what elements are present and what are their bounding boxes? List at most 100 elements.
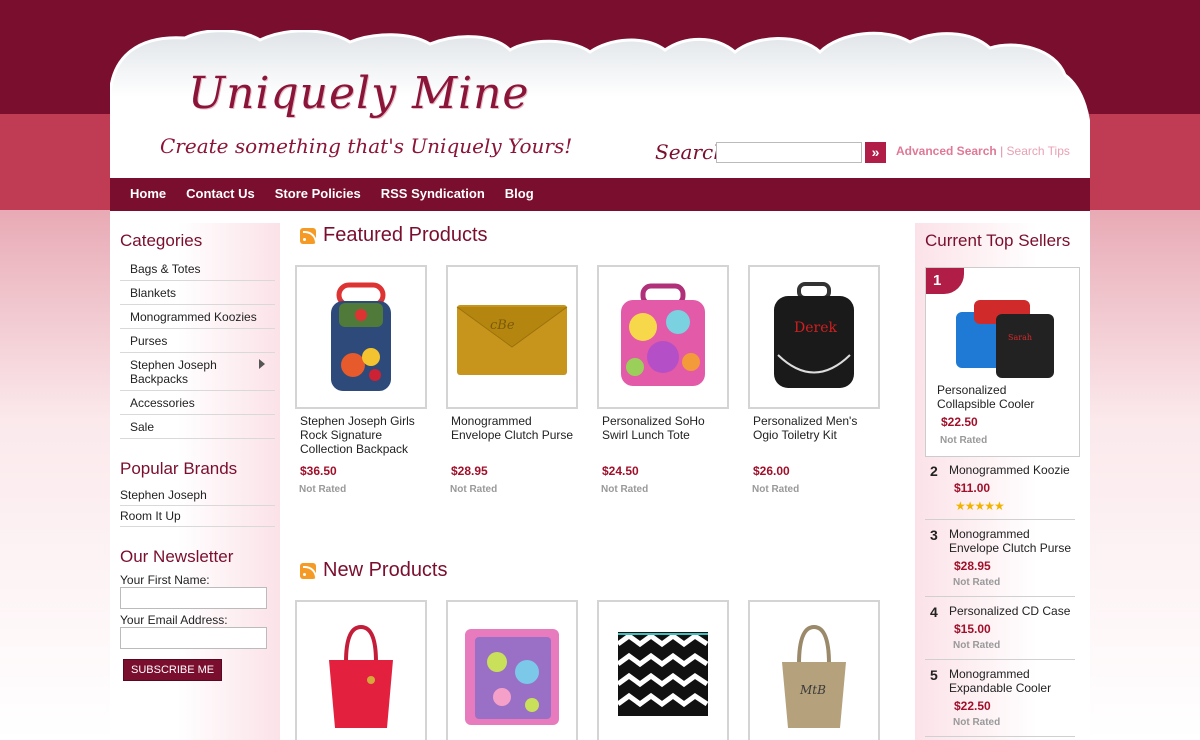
category-label: Stephen Joseph Backpacks	[130, 358, 217, 386]
product-image-tan-tote[interactable]: MtB	[748, 600, 880, 740]
svg-text:cBe: cBe	[490, 318, 515, 333]
right-sidebar: Current Top Sellers Sarah 1 Personalized…	[915, 223, 1090, 740]
nav-contact-us[interactable]: Contact Us	[186, 178, 255, 209]
top-seller-name[interactable]: Personalized Collapsible Cooler	[937, 383, 1067, 411]
product-name[interactable]: Personalized SoHo Swirl Lunch Tote	[602, 414, 729, 464]
first-name-label: Your First Name:	[120, 573, 210, 587]
svg-text:Derek: Derek	[794, 320, 837, 336]
email-input[interactable]	[120, 627, 267, 649]
site-header: Uniquely Mine Create something that's Un…	[110, 30, 1090, 178]
brand-item[interactable]: Stephen Joseph	[120, 485, 275, 506]
brand-item[interactable]: Room It Up	[120, 506, 275, 527]
site-tagline: Create something that's Uniquely Yours!	[160, 134, 573, 158]
top-seller-price: $15.00	[954, 622, 991, 636]
top-seller-rank: 4	[930, 604, 938, 620]
top-seller-rank: 3	[930, 527, 938, 543]
category-list: Bags & Totes Blankets Monogrammed Koozie…	[120, 257, 275, 439]
product-card[interactable]: cBe Monogrammed Envelope Clutch Purse $2…	[446, 265, 578, 495]
category-item[interactable]: Blankets	[120, 281, 275, 305]
top-seller-rank: 2	[930, 463, 938, 479]
product-name[interactable]: Stephen Joseph Girls Rock Signature Coll…	[300, 414, 427, 464]
product-card[interactable]: Personalized SoHo Swirl Lunch Tote $24.5…	[597, 265, 729, 495]
product-image-toiletry-kit[interactable]: Derek	[748, 265, 880, 409]
search-tips-link[interactable]: Search Tips	[1007, 144, 1070, 158]
product-card[interactable]: Derek Personalized Men's Ogio Toiletry K…	[748, 265, 880, 495]
search-links: Advanced Search | Search Tips	[896, 144, 1070, 158]
svg-text:MtB: MtB	[799, 683, 826, 697]
top-seller-name[interactable]: Monogrammed Envelope Clutch Purse	[949, 527, 1075, 555]
brand-list: Stephen Joseph Room It Up	[120, 485, 275, 527]
svg-text:Sarah: Sarah	[1008, 333, 1032, 342]
top-seller-name[interactable]: Personalized CD Case	[949, 604, 1075, 618]
category-item[interactable]: Monogrammed Koozies	[120, 305, 275, 329]
product-card[interactable]	[597, 600, 729, 740]
product-card[interactable]: MtB	[748, 600, 880, 740]
rss-feed-icon[interactable]	[300, 227, 316, 244]
top-seller-item[interactable]: 5 Monogrammed Expandable Cooler $22.50 N…	[925, 667, 1075, 737]
top-seller-rating: Not Rated	[953, 577, 1001, 588]
site-logo-title[interactable]: Uniquely Mine	[188, 68, 529, 119]
product-image-binder[interactable]	[446, 600, 578, 740]
search-input[interactable]	[716, 142, 862, 163]
submenu-arrow-icon	[259, 359, 265, 369]
nav-rss-syndication[interactable]: RSS Syndication	[381, 178, 485, 209]
top-seller-rating: Not Rated	[940, 435, 988, 446]
top-seller-price: $22.50	[954, 699, 991, 713]
categories-heading: Categories	[120, 231, 203, 250]
link-separator: |	[1000, 144, 1004, 158]
featured-heading-text: Featured Products	[323, 224, 488, 246]
main-nav: Home Contact Us Store Policies RSS Syndi…	[110, 178, 1090, 211]
first-name-input[interactable]	[120, 587, 267, 609]
featured-products-heading: Featured Products	[300, 224, 488, 247]
advanced-search-link[interactable]: Advanced Search	[896, 144, 997, 158]
product-rating: Not Rated	[299, 484, 347, 495]
rss-feed-icon[interactable]	[300, 562, 316, 579]
rank-badge: 1	[926, 268, 964, 294]
product-card[interactable]: Stephen Joseph Girls Rock Signature Coll…	[295, 265, 427, 495]
top-seller-item[interactable]: 2 Monogrammed Koozie $11.00 ★★★★★	[925, 463, 1075, 520]
product-name[interactable]: Monogrammed Envelope Clutch Purse	[451, 414, 578, 464]
product-image-chevron-pouches[interactable]	[597, 600, 729, 740]
category-item[interactable]: Purses	[120, 329, 275, 353]
product-rating: Not Rated	[450, 484, 498, 495]
top-sellers-heading: Current Top Sellers	[925, 231, 1071, 250]
popular-brands-heading: Popular Brands	[120, 459, 238, 478]
product-card[interactable]	[295, 600, 427, 740]
product-image-red-tote[interactable]	[295, 600, 427, 740]
product-image-backpack[interactable]	[295, 265, 427, 409]
top-seller-price: $22.50	[941, 415, 978, 429]
nav-home[interactable]: Home	[130, 178, 166, 209]
product-price: $28.95	[451, 464, 488, 478]
new-products-heading-text: New Products	[323, 559, 448, 581]
subscribe-button[interactable]: SUBSCRIBE ME	[123, 659, 223, 681]
nav-store-policies[interactable]: Store Policies	[275, 178, 361, 209]
top-seller-name[interactable]: Monogrammed Expandable Cooler	[949, 667, 1075, 695]
left-sidebar: Categories Bags & Totes Blankets Monogra…	[110, 223, 280, 740]
product-image-cooler[interactable]: Sarah	[950, 292, 1060, 385]
product-name[interactable]: Personalized Men's Ogio Toiletry Kit	[753, 414, 880, 464]
product-rating: Not Rated	[752, 484, 800, 495]
top-seller-item[interactable]: 4 Personalized CD Case $15.00 Not Rated	[925, 604, 1075, 660]
category-item[interactable]: Accessories	[120, 391, 275, 415]
top-seller-price: $28.95	[954, 559, 991, 573]
category-item[interactable]: Bags & Totes	[120, 257, 275, 281]
top-seller-rank: 5	[930, 667, 938, 683]
email-label: Your Email Address:	[120, 613, 228, 627]
product-price: $24.50	[602, 464, 639, 478]
top-seller-rating: Not Rated	[953, 640, 1001, 651]
product-image-clutch[interactable]: cBe	[446, 265, 578, 409]
five-star-rating-icon: ★★★★★	[955, 499, 1005, 513]
nav-blog[interactable]: Blog	[505, 178, 534, 209]
top-seller-item[interactable]: 3 Monogrammed Envelope Clutch Purse $28.…	[925, 527, 1075, 597]
product-image-lunch-tote[interactable]	[597, 265, 729, 409]
category-item[interactable]: Sale	[120, 415, 275, 439]
search-submit-button[interactable]: »	[865, 142, 886, 163]
top-seller-featured[interactable]: Sarah 1 Personalized Collapsible Cooler …	[925, 267, 1080, 457]
new-products-heading: New Products	[300, 559, 448, 582]
product-rating: Not Rated	[601, 484, 649, 495]
product-price: $26.00	[753, 464, 790, 478]
top-seller-rating: Not Rated	[953, 717, 1001, 728]
product-card[interactable]	[446, 600, 578, 740]
category-item-with-submenu[interactable]: Stephen Joseph Backpacks	[120, 353, 275, 391]
top-seller-name[interactable]: Monogrammed Koozie	[949, 463, 1075, 477]
